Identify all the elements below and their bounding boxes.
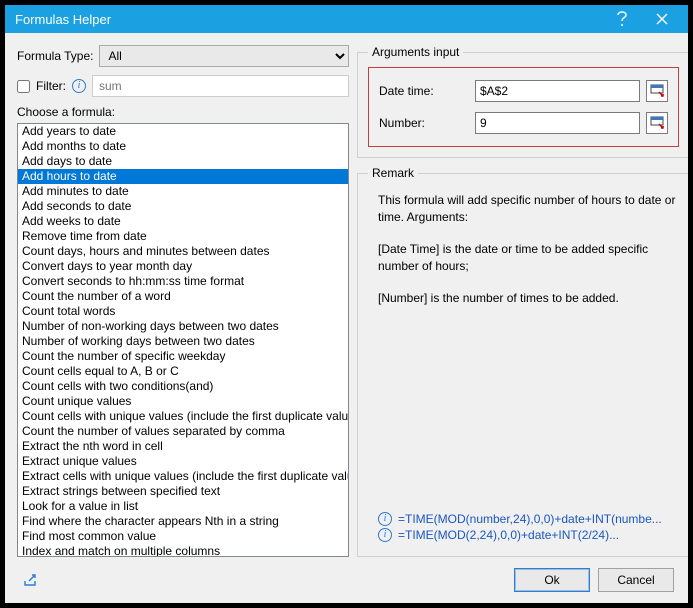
list-item[interactable]: Convert seconds to hh:mm:ss time format <box>18 274 348 289</box>
footer: Ok Cancel <box>5 557 688 603</box>
arg-label: Number: <box>379 116 469 130</box>
list-item[interactable]: Remove time from date <box>18 229 348 244</box>
right-pane: Arguments input Date time: Number: Remark… <box>357 45 688 557</box>
list-item[interactable]: Add seconds to date <box>18 199 348 214</box>
arguments-fieldset: Arguments input Date time: Number: <box>357 45 688 158</box>
list-item[interactable]: Count total words <box>18 304 348 319</box>
list-item[interactable]: Add minutes to date <box>18 184 348 199</box>
list-item[interactable]: Find where the character appears Nth in … <box>18 514 348 529</box>
info-icon: i <box>378 528 392 542</box>
arguments-box: Date time: Number: <box>368 67 679 147</box>
share-icon[interactable] <box>19 569 41 591</box>
formula-link[interactable]: i=TIME(MOD(number,24),0,0)+date+INT(numb… <box>378 512 679 526</box>
arg-input[interactable] <box>475 80 640 102</box>
cancel-button[interactable]: Cancel <box>598 568 674 592</box>
list-item[interactable]: Extract the nth word in cell <box>18 439 348 454</box>
arg-row: Date time: <box>379 80 668 102</box>
list-item[interactable]: Add years to date <box>18 124 348 139</box>
list-item[interactable]: Add hours to date <box>18 169 348 184</box>
list-item[interactable]: Count days, hours and minutes between da… <box>18 244 348 259</box>
list-item[interactable]: Extract cells with unique values (includ… <box>18 469 348 484</box>
range-select-button[interactable] <box>646 112 668 134</box>
left-pane: Formula Type: All Filter: i Choose a for… <box>17 45 349 557</box>
list-item[interactable]: Extract strings between specified text <box>18 484 348 499</box>
filter-input[interactable] <box>92 75 349 97</box>
list-item[interactable]: Find most common value <box>18 529 348 544</box>
list-item[interactable]: Count unique values <box>18 394 348 409</box>
window-title: Formulas Helper <box>15 12 602 27</box>
list-item[interactable]: Convert days to year month day <box>18 259 348 274</box>
arg-row: Number: <box>379 112 668 134</box>
list-item[interactable]: Count the number of specific weekday <box>18 349 348 364</box>
range-select-button[interactable] <box>646 80 668 102</box>
list-item[interactable]: Index and match on multiple columns <box>18 544 348 557</box>
list-item[interactable]: Add days to date <box>18 154 348 169</box>
formula-type-label: Formula Type: <box>17 49 93 63</box>
list-item[interactable]: Add weeks to date <box>18 214 348 229</box>
list-item[interactable]: Add months to date <box>18 139 348 154</box>
arg-input[interactable] <box>475 112 640 134</box>
list-item[interactable]: Extract unique values <box>18 454 348 469</box>
filter-label: Filter: <box>36 79 66 93</box>
remark-fieldset: Remark This formula will add specific nu… <box>357 166 688 557</box>
info-icon[interactable]: i <box>72 79 86 93</box>
remark-p2: [Date Time] is the date or time to be ad… <box>378 241 679 276</box>
info-icon: i <box>378 512 392 526</box>
remark-p1: This formula will add specific number of… <box>378 192 679 227</box>
list-item[interactable]: Count the number of values separated by … <box>18 424 348 439</box>
list-item[interactable]: Count cells with two conditions(and) <box>18 379 348 394</box>
dialog-window: Formulas Helper Formula Type: All <box>4 4 689 604</box>
arguments-legend: Arguments input <box>368 45 463 59</box>
list-item[interactable]: Count cells with unique values (include … <box>18 409 348 424</box>
close-button[interactable] <box>642 5 682 33</box>
list-item[interactable]: Count the number of a word <box>18 289 348 304</box>
help-button[interactable] <box>602 5 642 33</box>
formula-list[interactable]: Add years to dateAdd months to dateAdd d… <box>17 123 349 557</box>
list-item[interactable]: Count cells equal to A, B or C <box>18 364 348 379</box>
choose-formula-label: Choose a formula: <box>17 105 349 119</box>
list-item[interactable]: Look for a value in list <box>18 499 348 514</box>
formula-type-select[interactable]: All <box>99 45 349 67</box>
remark-p3: [Number] is the number of times to be ad… <box>378 290 679 307</box>
titlebar[interactable]: Formulas Helper <box>5 5 688 33</box>
ok-button[interactable]: Ok <box>514 568 590 592</box>
arg-label: Date time: <box>379 84 469 98</box>
formula-links: i=TIME(MOD(number,24),0,0)+date+INT(numb… <box>368 508 679 546</box>
remark-legend: Remark <box>368 166 418 180</box>
formula-link[interactable]: i=TIME(MOD(2,24),0,0)+date+INT(2/24)... <box>378 528 679 542</box>
list-item[interactable]: Number of working days between two dates <box>18 334 348 349</box>
list-item[interactable]: Number of non-working days between two d… <box>18 319 348 334</box>
filter-checkbox[interactable] <box>17 80 30 93</box>
